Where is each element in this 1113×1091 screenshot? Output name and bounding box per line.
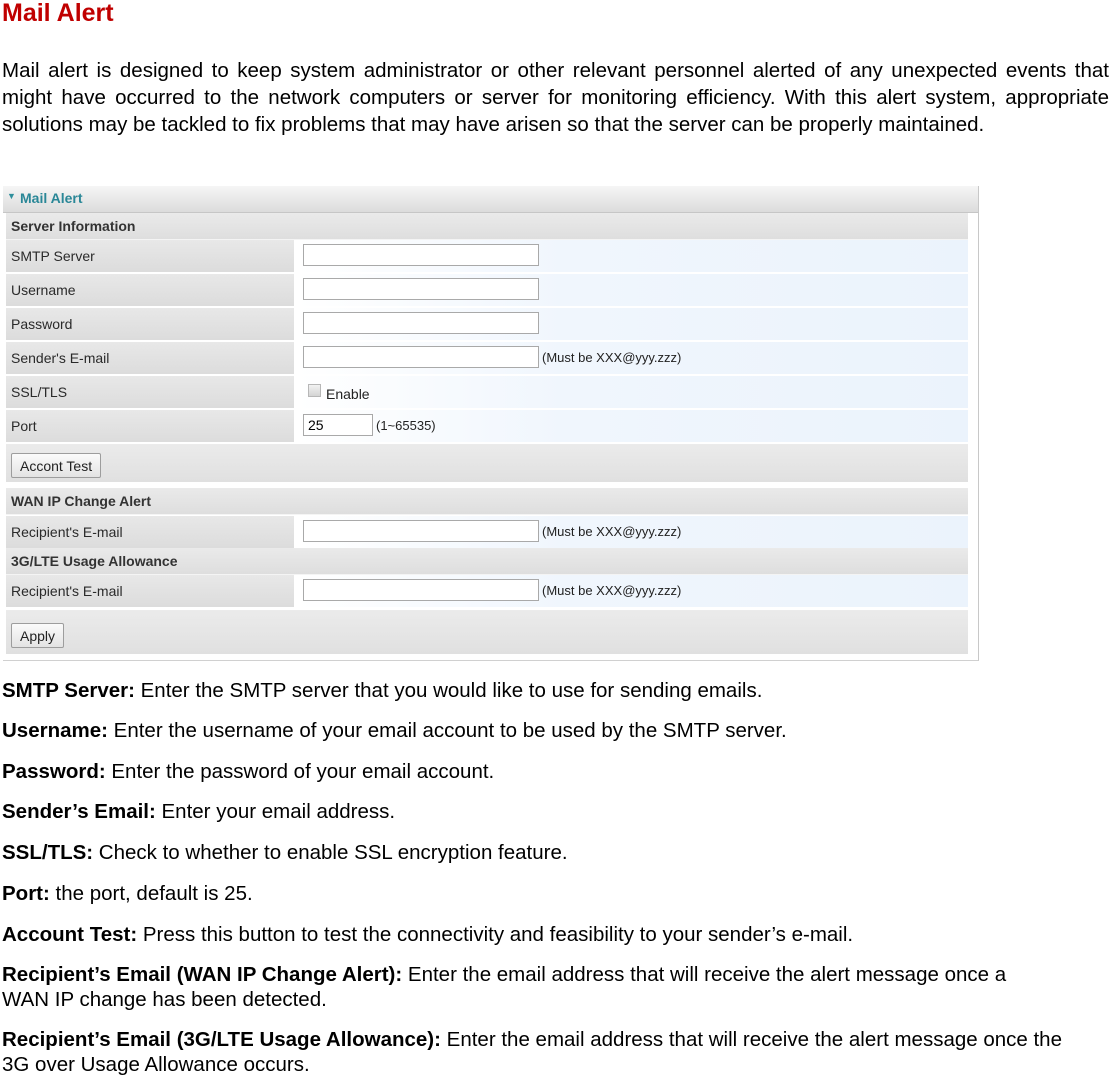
- desc-account-test: Account Test: Press this button to test …: [2, 922, 1102, 947]
- port-input[interactable]: [303, 414, 373, 436]
- username-label: Username: [11, 282, 76, 298]
- section-server-information: Server Information: [6, 213, 968, 240]
- username-row: Username: [6, 274, 968, 307]
- section-title: WAN IP Change Alert: [11, 493, 152, 509]
- port-label: Port: [11, 418, 37, 434]
- ssl-enable-label[interactable]: Enable: [326, 386, 370, 402]
- desc-text: Enter the password of your email account…: [105, 760, 495, 783]
- lte-recipient-email-input[interactable]: [303, 579, 539, 601]
- desc-term: Username:: [2, 719, 108, 742]
- password-label: Password: [11, 316, 73, 332]
- apply-button[interactable]: Apply: [11, 623, 65, 648]
- collapse-triangle-icon[interactable]: ▼: [7, 191, 16, 201]
- apply-row: Apply: [6, 610, 968, 654]
- account-test-button[interactable]: Accont Test: [11, 453, 102, 478]
- desc-term: Recipient’s Email (3G/LTE Usage Allowanc…: [2, 1028, 441, 1051]
- smtp-server-input[interactable]: [303, 244, 539, 266]
- desc-ssl-tls: SSL/TLS: Check to whether to enable SSL …: [2, 840, 1102, 865]
- desc-term: Account Test:: [2, 923, 138, 946]
- desc-text: Press this button to test the connectivi…: [137, 923, 854, 946]
- desc-term: Sender’s Email:: [2, 800, 156, 823]
- wan-recipient-label: Recipient's E-mail: [11, 524, 123, 540]
- desc-port: Port: the port, default is 25.: [2, 881, 1102, 906]
- password-input[interactable]: [303, 312, 539, 334]
- lte-recipient-row: Recipient's E-mail (Must be XXX@yyy.zzz): [6, 575, 968, 608]
- desc-text: Check to whether to enable SSL encryptio…: [93, 841, 568, 864]
- page-title: Mail Alert: [2, 0, 114, 27]
- ssl-tls-label: SSL/TLS: [11, 384, 68, 400]
- section-3g-lte-usage-allowance: 3G/LTE Usage Allowance: [6, 548, 968, 575]
- desc-text: Enter the SMTP server that you would lik…: [134, 679, 763, 702]
- panel-title: Mail Alert: [20, 190, 83, 206]
- desc-text: the port, default is 25.: [49, 882, 253, 905]
- desc-password: Password: Enter the password of your ema…: [2, 759, 1102, 784]
- desc-lte-recipient: Recipient’s Email (3G/LTE Usage Allowanc…: [2, 1027, 1092, 1077]
- lte-recipient-hint: (Must be XXX@yyy.zzz): [542, 583, 682, 598]
- sender-email-hint: (Must be XXX@yyy.zzz): [542, 350, 682, 365]
- desc-term: SSL/TLS:: [2, 841, 94, 864]
- section-title: 3G/LTE Usage Allowance: [11, 553, 178, 569]
- desc-username: Username: Enter the username of your ema…: [2, 718, 1102, 743]
- ssl-enable-checkbox[interactable]: [308, 384, 321, 397]
- ssl-tls-row: SSL/TLS Enable: [6, 376, 968, 409]
- intro-text: Mail alert is designed to keep system ad…: [2, 59, 1109, 136]
- desc-term: SMTP Server:: [2, 679, 135, 702]
- username-input[interactable]: [303, 278, 539, 300]
- wan-recipient-email-input[interactable]: [303, 520, 539, 542]
- port-range-hint: (1~65535): [376, 418, 436, 433]
- desc-text: Enter the username of your email account…: [107, 719, 787, 742]
- password-row: Password: [6, 308, 968, 341]
- port-row: Port (1~65535): [6, 410, 968, 443]
- section-wan-ip-change-alert: WAN IP Change Alert: [6, 488, 968, 515]
- desc-text: Enter your email address.: [155, 800, 396, 823]
- desc-sender-email: Sender’s Email: Enter your email address…: [2, 799, 1102, 824]
- panel-header[interactable]: ▼ Mail Alert: [3, 186, 978, 213]
- sender-email-input[interactable]: [303, 346, 539, 368]
- lte-recipient-label: Recipient's E-mail: [11, 583, 123, 599]
- wan-recipient-hint: (Must be XXX@yyy.zzz): [542, 524, 682, 539]
- smtp-server-label: SMTP Server: [11, 248, 95, 264]
- sender-email-row: Sender's E-mail (Must be XXX@yyy.zzz): [6, 342, 968, 375]
- sender-email-label: Sender's E-mail: [11, 350, 110, 366]
- wan-recipient-row: Recipient's E-mail (Must be XXX@yyy.zzz): [6, 516, 968, 549]
- account-test-row: Accont Test: [6, 444, 968, 482]
- desc-smtp-server: SMTP Server: Enter the SMTP server that …: [2, 678, 1102, 703]
- desc-term: Port:: [2, 882, 50, 905]
- section-title: Server Information: [11, 218, 136, 234]
- smtp-server-row: SMTP Server: [6, 240, 968, 273]
- desc-term: Recipient’s Email (WAN IP Change Alert):: [2, 963, 403, 986]
- desc-wan-recipient: Recipient’s Email (WAN IP Change Alert):…: [2, 962, 1042, 1012]
- desc-term: Password:: [2, 760, 106, 783]
- mail-alert-panel: ▼ Mail Alert Server Information SMTP Ser…: [3, 186, 979, 661]
- intro-paragraph: Mail alert is designed to keep system ad…: [2, 57, 1109, 138]
